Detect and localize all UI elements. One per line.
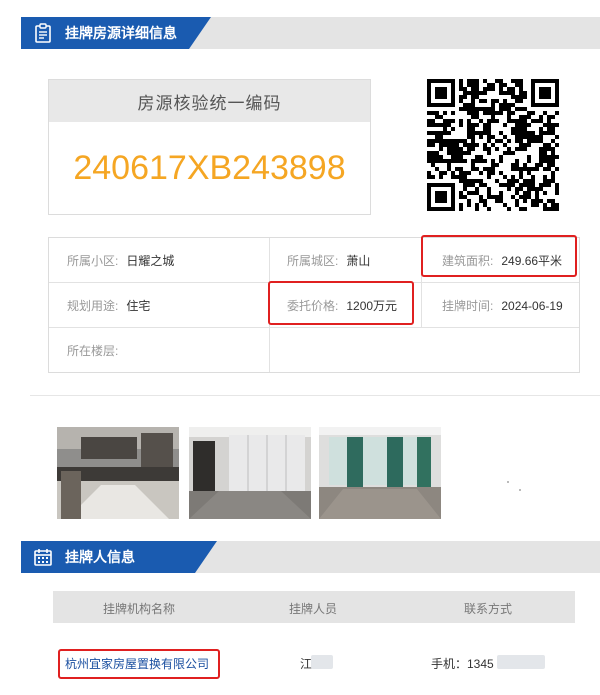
listing-section-tab: 挂牌房源详细信息 — [21, 17, 211, 49]
district-label: 所属城区: — [287, 254, 339, 268]
usage-label: 规划用途: — [67, 299, 119, 313]
section-divider — [30, 395, 600, 396]
verification-code-title: 房源核验统一编码 — [49, 80, 370, 122]
agency-name-header: 挂牌机构名称 — [103, 602, 176, 616]
usage-value: 住宅 — [126, 299, 151, 313]
community-value: 日耀之城 — [126, 254, 175, 268]
community-label: 所属小区: — [67, 254, 119, 268]
verification-code-value: 240617XB243898 — [73, 148, 346, 187]
usage-cell: 规划用途: 住宅 — [67, 283, 150, 328]
agent-section-title: 挂牌人信息 — [65, 549, 135, 565]
listing-time-label: 挂牌时间: — [442, 299, 494, 313]
verification-code-card: 房源核验统一编码 240617XB243898 — [48, 79, 371, 215]
bedroom-photo[interactable] — [319, 427, 441, 519]
contact-table-header: 挂牌机构名称 挂牌人员 联系方式 — [53, 591, 575, 623]
wardrobe-room-photo[interactable] — [189, 427, 311, 519]
listing-time-cell: 挂牌时间: 2024-06-19 — [442, 283, 563, 328]
decorative-dot — [519, 489, 521, 491]
redacted-phone-blur — [497, 655, 545, 669]
listing-section-title: 挂牌房源详细信息 — [65, 25, 177, 41]
decorative-dot — [507, 481, 509, 483]
agency-highlight-box — [58, 649, 220, 679]
redacted-name-blur — [311, 655, 333, 669]
listing-time-value: 2024-06-19 — [501, 298, 563, 313]
calendar-icon — [34, 549, 52, 566]
kitchen-photo[interactable] — [57, 427, 179, 519]
agent-phone: 手机：1345 — [431, 657, 494, 671]
community-cell: 所属小区: 日耀之城 — [67, 238, 174, 283]
district-cell: 所属城区: 萧山 — [287, 238, 370, 283]
clipboard-icon — [35, 23, 51, 43]
agent-person-header: 挂牌人员 — [289, 602, 338, 616]
agent-section-tab: 挂牌人信息 — [21, 541, 217, 573]
area-highlight-box — [421, 235, 577, 277]
info-row: 所在楼层: — [49, 328, 579, 373]
listing-section-header: 挂牌房源详细信息 — [21, 17, 600, 49]
floor-cell: 所在楼层: — [67, 328, 126, 373]
agent-section-header: 挂牌人信息 — [21, 541, 600, 573]
contact-method-header: 联系方式 — [464, 602, 513, 616]
price-highlight-box — [268, 281, 414, 325]
qr-code-image — [427, 79, 559, 211]
district-value: 萧山 — [346, 254, 371, 268]
floor-label: 所在楼层: — [67, 344, 119, 358]
